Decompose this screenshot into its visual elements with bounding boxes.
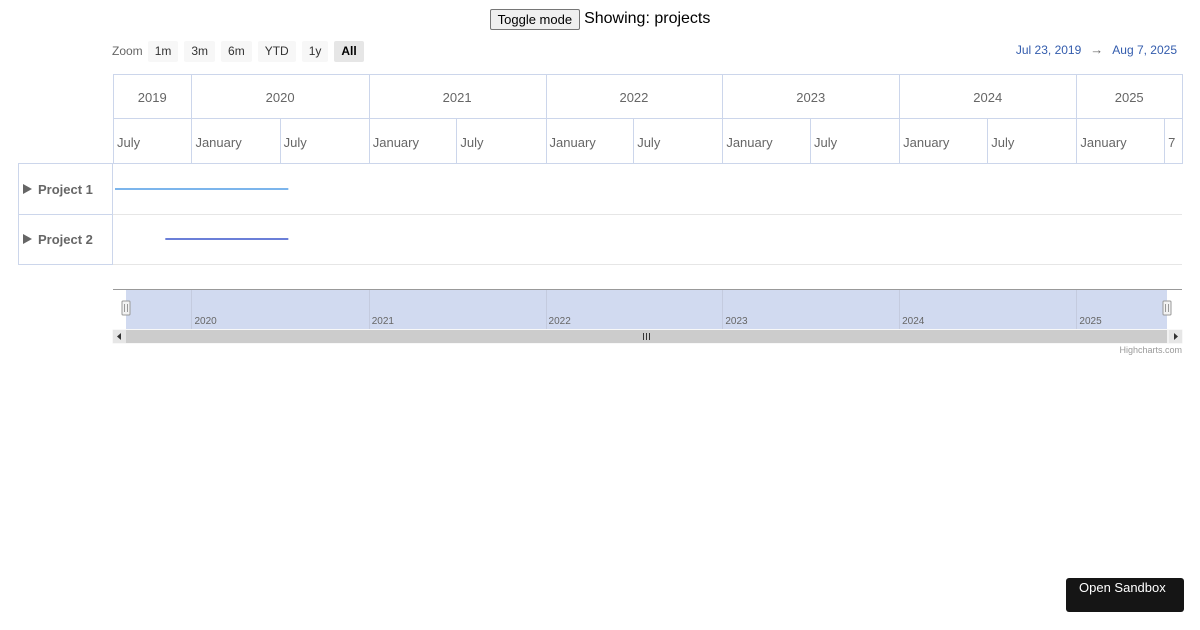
- expand-triangle-icon: [23, 184, 32, 194]
- rows: Project 1 Project 2: [18, 163, 1182, 265]
- year-label: 2023: [796, 90, 825, 105]
- navigator-label: 2023: [725, 316, 748, 327]
- gantt-chart: 2019 2020 2021 2022 2023 2024 2025 July January…: [18, 74, 1183, 344]
- expand-triangle-icon: [23, 234, 32, 244]
- navigator-left-handle[interactable]: [121, 300, 131, 316]
- month-label: July: [637, 135, 661, 150]
- month-label: July: [284, 135, 308, 150]
- month-label: July: [814, 135, 838, 150]
- month-label: January: [903, 135, 950, 150]
- year-label: 2020: [266, 90, 295, 105]
- month-label: January: [550, 135, 597, 150]
- year-axis: 2019 2020 2021 2022 2023 2024 2025: [138, 90, 1144, 105]
- month-label: July: [460, 135, 484, 150]
- year-label: 2025: [1115, 90, 1144, 105]
- navigator-label: 2021: [372, 316, 395, 327]
- row-label-2: Project 2: [38, 232, 93, 247]
- month-label: January: [726, 135, 773, 150]
- year-label: 2022: [619, 90, 648, 105]
- year-label: 2021: [443, 90, 472, 105]
- month-label: January: [373, 135, 420, 150]
- month-axis: July January July January July January July Jan…: [117, 135, 1175, 150]
- year-label: 2024: [973, 90, 1002, 105]
- year-label: 2019: [138, 90, 167, 105]
- month-label: January: [195, 135, 242, 150]
- project-bar-1: [115, 188, 289, 190]
- navigator-label: 2020: [194, 316, 217, 327]
- month-label: July: [991, 135, 1015, 150]
- open-sandbox-button[interactable]: Open Sandbox: [1066, 578, 1184, 612]
- navigator-label: 2024: [902, 316, 925, 327]
- navigator: 2020 2021 2022 2023 2024 2025: [112, 289, 1183, 344]
- grid-layer: [113, 74, 1183, 164]
- project-bar-2: [165, 238, 289, 240]
- navigator-mask: [126, 290, 1167, 329]
- row-label-1: Project 1: [38, 182, 93, 197]
- month-label: January: [1080, 135, 1127, 150]
- navigator-right-handle[interactable]: [1162, 300, 1172, 316]
- navigator-label: 2025: [1079, 316, 1102, 327]
- month-label: July: [117, 135, 141, 150]
- navigator-label: 2022: [549, 316, 572, 327]
- month-label: 7: [1168, 135, 1175, 150]
- credits-link[interactable]: Highcharts.com: [1119, 345, 1182, 355]
